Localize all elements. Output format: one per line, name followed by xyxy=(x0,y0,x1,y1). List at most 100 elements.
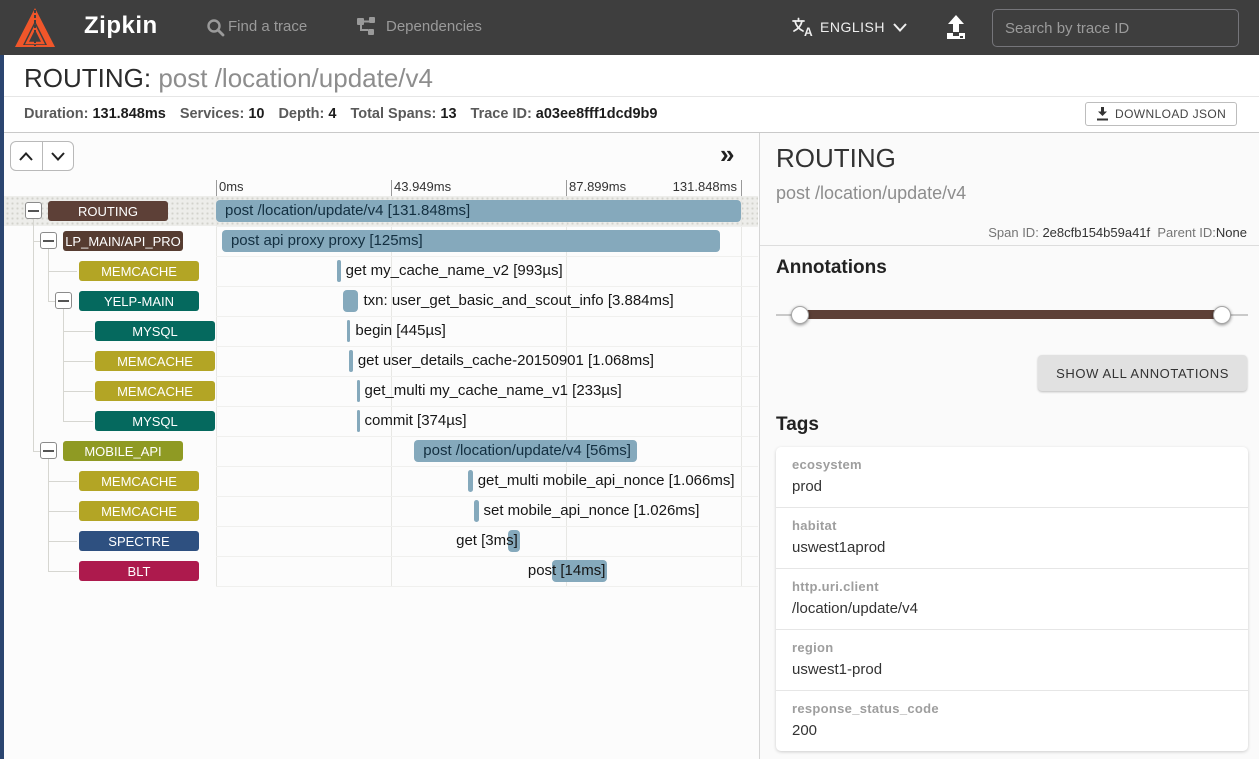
service-pill[interactable]: MYSQL xyxy=(95,321,215,341)
tag-value: 200 xyxy=(792,722,1232,739)
span-label: get my_cache_name_v2 [993µs] xyxy=(346,260,563,282)
tree-guide-horizontal xyxy=(63,421,93,422)
service-pill[interactable]: MEMCACHE xyxy=(79,471,199,491)
ruler-tick-label: 43.949ms xyxy=(394,179,451,194)
tag-value: prod xyxy=(792,478,1232,495)
expander-toggle-icon[interactable] xyxy=(40,442,57,459)
stat-label: Trace ID: xyxy=(471,106,532,122)
prev-span-button[interactable] xyxy=(11,142,43,170)
tree-guide-vertical xyxy=(48,459,49,571)
detail-service-title: ROUTING xyxy=(776,143,896,174)
trace-waterfall: » 0ms43.949ms87.899ms131.848msROUTINGpos… xyxy=(0,133,758,759)
service-pill[interactable]: MYSQL xyxy=(95,411,215,431)
expander-toggle-icon[interactable] xyxy=(55,292,72,309)
tag-value: uswest1aprod xyxy=(792,539,1232,556)
row-separator xyxy=(216,466,758,467)
service-pill[interactable]: MEMCACHE xyxy=(79,501,199,521)
span-bar[interactable] xyxy=(474,500,478,522)
span-bar[interactable] xyxy=(337,260,341,282)
service-pill[interactable]: ROUTING xyxy=(48,201,168,221)
tree-guide-vertical xyxy=(63,309,64,421)
row-separator xyxy=(216,556,758,557)
span-label: commit [374µs] xyxy=(365,410,467,432)
tags-card: ecosystemprodhabitatuswest1aprodhttp.uri… xyxy=(776,447,1248,751)
upload-icon[interactable] xyxy=(944,13,968,41)
collapse-detail-icon[interactable]: » xyxy=(720,139,734,170)
trace-id-search-input[interactable] xyxy=(992,9,1239,47)
tree-guide-horizontal xyxy=(48,511,77,512)
ruler-tick-label: 87.899ms xyxy=(569,179,626,194)
show-all-annotations-button[interactable]: SHOW ALL ANNOTATIONS xyxy=(1038,355,1247,391)
trace-title-endpoint: post /location/update/v4 xyxy=(158,63,433,93)
download-json-button[interactable]: DOWNLOAD JSON xyxy=(1085,102,1237,126)
row-separator xyxy=(216,586,758,587)
tree-guide-horizontal xyxy=(33,451,40,452)
tag-value: uswest1-prod xyxy=(792,661,1232,678)
tree-guide-vertical xyxy=(33,219,34,451)
stat-value: a03ee8fff1dcd9b9 xyxy=(536,106,658,122)
trace-title: ROUTING: post /location/update/v4 xyxy=(24,63,433,94)
ruler-tick xyxy=(216,180,217,196)
span-bar[interactable] xyxy=(347,320,350,342)
tag-row: response_status_code200 xyxy=(776,690,1248,751)
tree-guide-horizontal xyxy=(48,301,55,302)
span-label: txn: user_get_basic_and_scout_info [3.88… xyxy=(363,290,673,312)
service-pill[interactable]: MEMCACHE xyxy=(95,381,215,401)
app-header: Zipkin Find a trace Dependencies A ENGLI… xyxy=(0,0,1259,55)
service-pill[interactable]: YELP-MAIN xyxy=(79,291,199,311)
slider-handle-right[interactable] xyxy=(1213,306,1231,324)
span-label: get [3ms] xyxy=(456,530,518,552)
stat-value: 131.848ms xyxy=(92,106,165,122)
service-pill[interactable]: MEMCACHE xyxy=(79,261,199,281)
brand-title[interactable]: Zipkin xyxy=(84,12,158,40)
tree-guide-horizontal xyxy=(33,241,40,242)
tree-guide-horizontal xyxy=(63,361,93,362)
left-edge-strip xyxy=(0,55,4,759)
row-separator xyxy=(216,226,758,227)
chevron-down-icon[interactable] xyxy=(893,23,907,32)
ruler-tick xyxy=(391,180,392,196)
annotation-slider-range[interactable] xyxy=(800,310,1222,319)
language-selector[interactable]: ENGLISH xyxy=(820,19,885,35)
span-bar[interactable] xyxy=(357,380,360,402)
row-separator xyxy=(216,316,758,317)
expander-toggle-icon[interactable] xyxy=(40,232,57,249)
service-pill[interactable]: SPECTRE xyxy=(79,531,199,551)
span-label: begin [445µs] xyxy=(355,320,445,342)
expander-toggle-icon[interactable] xyxy=(25,202,42,219)
trace-stats-bar: Duration:131.848msServices:10Depth:4Tota… xyxy=(0,97,1259,133)
annotations-heading: Annotations xyxy=(776,257,887,279)
span-bar[interactable] xyxy=(349,350,353,372)
tag-key: ecosystem xyxy=(792,457,1232,472)
span-label: get user_details_cache-20150901 [1.068ms… xyxy=(358,350,654,372)
span-label: post api proxy proxy [125ms] xyxy=(231,230,423,252)
service-pill[interactable]: LP_MAIN/API_PRO xyxy=(63,231,183,251)
stat-value: 13 xyxy=(440,106,456,122)
next-span-button[interactable] xyxy=(43,142,74,170)
stat-value: 4 xyxy=(328,106,336,122)
service-pill[interactable]: MEMCACHE xyxy=(95,351,215,371)
span-id-value: 2e8cfb154b59a41f xyxy=(1042,225,1150,240)
span-label: post [14ms] xyxy=(528,560,606,582)
tags-heading: Tags xyxy=(776,414,819,436)
stat-label: Duration: xyxy=(24,106,88,122)
span-label: post /location/update/v4 [56ms] xyxy=(423,440,631,462)
row-separator xyxy=(216,436,758,437)
span-bar[interactable] xyxy=(343,290,358,312)
tag-key: http.uri.client xyxy=(792,579,1232,594)
slider-handle-left[interactable] xyxy=(791,306,809,324)
nav-find-a-trace[interactable]: Find a trace xyxy=(228,18,307,35)
zipkin-app: Zipkin Find a trace Dependencies A ENGLI… xyxy=(0,0,1259,759)
span-bar[interactable] xyxy=(357,410,360,432)
download-icon xyxy=(1096,107,1109,121)
tree-guide-vertical xyxy=(48,249,49,301)
nav-dependencies[interactable]: Dependencies xyxy=(386,18,482,35)
tag-row: http.uri.client/location/update/v4 xyxy=(776,568,1248,629)
service-pill[interactable]: MOBILE_API xyxy=(63,441,183,461)
row-separator xyxy=(216,406,758,407)
span-bar[interactable] xyxy=(468,470,472,492)
zipkin-logo-icon xyxy=(14,7,56,49)
span-label: get_multi mobile_api_nonce [1.066ms] xyxy=(478,470,735,492)
service-pill[interactable]: BLT xyxy=(79,561,199,581)
tree-guide-horizontal xyxy=(48,541,77,542)
